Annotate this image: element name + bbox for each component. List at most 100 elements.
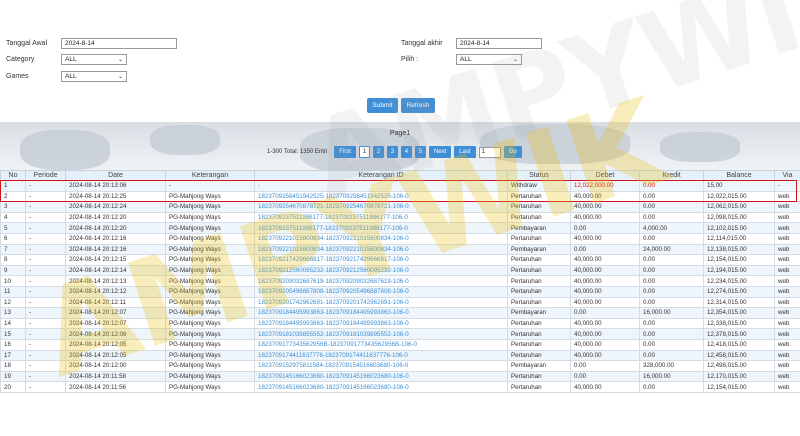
cell-via: web xyxy=(774,254,800,266)
cell-via: web xyxy=(774,307,800,319)
table-row[interactable]: 10-2024-08-14 20:12:13 PG-Mahjong Ways 182… xyxy=(0,275,800,287)
table-row[interactable]: 12-2024-08-14 20:12:11 PG-Mahjong Ways 182… xyxy=(0,296,800,309)
page-button[interactable]: 5 xyxy=(414,146,426,158)
table-row[interactable]: 19-2024-08-14 20:11:58 PG-Mahjong Ways 182… xyxy=(0,370,800,383)
cell-no: 14 xyxy=(0,317,26,330)
cell-no: 19 xyxy=(0,370,26,383)
table-row[interactable]: 9-2024-08-14 20:12:14 PG-Mahjong Ways 1823… xyxy=(0,264,800,277)
cell-kid[interactable]: 1823709184495993863-1823709184495993863-… xyxy=(254,317,508,330)
column-header[interactable]: Periode xyxy=(25,170,66,181)
table-row[interactable]: 4-2024-08-14 20:12:20 PG-Mahjong Ways 1823… xyxy=(0,211,800,224)
cell-date: 2024-08-14 20:12:13 xyxy=(65,275,166,287)
cell-kid[interactable]: 1823709174411637776-1823709174411637776-… xyxy=(254,349,508,362)
cell-via: web xyxy=(774,370,800,383)
column-header[interactable]: Balance xyxy=(703,170,775,181)
cell-kredit: 0.00 xyxy=(639,338,704,351)
cell-date: 2024-08-14 20:11:58 xyxy=(65,370,166,383)
cell-kredit: 0.00 xyxy=(639,381,704,393)
submit-button[interactable]: Submit xyxy=(367,98,398,113)
table-row[interactable]: 18-2024-08-14 20:12:00 PG-Mahjong Ways 182… xyxy=(0,360,800,372)
table-row[interactable]: 7-2024-08-14 20:12:16 PG-Mahjong Ways 1823… xyxy=(0,243,800,256)
cell-kid[interactable]: 1823709205496887808-1823709205496887808-… xyxy=(254,285,508,298)
cell-debet: 0.00 xyxy=(570,370,640,383)
cell-kredit: 0.00 xyxy=(639,211,704,224)
table-row[interactable]: 8-2024-08-14 20:12:15 PG-Mahjong Ways 1823… xyxy=(0,254,800,266)
cell-kid[interactable]: 1823709152975811584-1823709154516603680-… xyxy=(254,360,508,372)
table-row[interactable]: 20-2024-08-14 20:11:56 PG-Mahjong Ways 182… xyxy=(0,381,800,393)
table-row[interactable]: 15-2024-08-14 20:12:06 PG-Mahjong Ways 182… xyxy=(0,328,800,340)
page-button[interactable]: 2 xyxy=(372,146,384,158)
table-row[interactable]: 2-2024-08-14 20:12:25 PG-Mahjong Ways 1823… xyxy=(0,190,800,203)
cell-kid[interactable]: 1823709258451942525-1823709258451942525-… xyxy=(254,190,508,203)
table-row[interactable]: 11-2024-08-14 20:12:12 PG-Mahjong Ways 182… xyxy=(0,285,800,298)
table-row[interactable]: 17-2024-08-14 20:12:05 PG-Mahjong Ways 182… xyxy=(0,349,800,362)
cell-debet: 40,000.00 xyxy=(570,338,640,351)
cell-kid[interactable]: 1823709184495993863-1823709184495993863-… xyxy=(254,307,508,319)
cell-kid[interactable]: 1823709145166023680-1823709145166023680-… xyxy=(254,381,508,393)
table-row[interactable]: 5-2024-08-14 20:12:20 PG-Mahjong Ways 1823… xyxy=(0,222,800,234)
cell-no: 10 xyxy=(0,275,26,287)
cell-keterangan: PG-Mahjong Ways xyxy=(165,307,255,319)
cell-kid[interactable]: 1823709221015800834-1823709221015800834-… xyxy=(254,232,508,245)
cell-debet: 40,000.00 xyxy=(570,328,640,340)
cell-kid[interactable]: 1823709254670878721-1823709254670878721-… xyxy=(254,201,508,213)
page-number-input[interactable]: 1 xyxy=(478,146,501,158)
pilih-select[interactable]: ALL ⌄ xyxy=(456,54,522,65)
go-button[interactable]: Go xyxy=(503,146,522,158)
cell-kid: - xyxy=(254,180,508,192)
last-page-button[interactable]: Last xyxy=(454,146,476,158)
cell-periode: - xyxy=(25,360,66,372)
page-button[interactable]: 1 xyxy=(358,146,370,158)
games-select[interactable]: ALL ⌄ xyxy=(61,71,127,82)
tanggal-akhir-row: Tanggal akhir 2024-8-14 xyxy=(401,38,542,49)
cell-kid[interactable]: 1823709209032687619-1823709209032687619-… xyxy=(254,275,508,287)
cell-kid[interactable]: 1823709237511986177-1823709237511986177-… xyxy=(254,211,508,224)
tanggal-awal-row: Tanggal Awal 2024-8-14 xyxy=(6,38,177,49)
cell-via: web xyxy=(774,349,800,362)
cell-status: Pertaruhan xyxy=(507,349,571,362)
column-header[interactable]: Date xyxy=(65,170,166,181)
cell-no: 13 xyxy=(0,307,26,319)
column-header[interactable]: Keterangan ID xyxy=(254,170,508,181)
column-header[interactable]: Status xyxy=(507,170,571,181)
cell-date: 2024-08-14 20:12:24 xyxy=(65,201,166,213)
table-row[interactable]: 14-2024-08-14 20:12:07 PG-Mahjong Ways 182… xyxy=(0,317,800,330)
cell-via: web xyxy=(774,381,800,393)
column-header[interactable]: Keterangan xyxy=(165,170,255,181)
cell-status: Pertaruhan xyxy=(507,285,571,298)
category-select[interactable]: ALL ⌄ xyxy=(61,54,127,65)
page-button[interactable]: 4 xyxy=(400,146,412,158)
cell-kid[interactable]: 1823709177343562956B-1823709177343562956… xyxy=(254,338,508,351)
next-page-button[interactable]: Next xyxy=(428,146,452,158)
cell-kid[interactable]: 1823709201742962691-1823709201742962691-… xyxy=(254,296,508,309)
refresh-button[interactable]: Refresh xyxy=(401,98,435,113)
table-row[interactable]: 1-2024-08-14 20:13:06- - Withdraw 12,022,00… xyxy=(0,180,800,192)
filter-panel: Tanggal Awal 2024-8-14 Category ALL ⌄ Ga… xyxy=(0,0,800,122)
cell-kid[interactable]: 1823709145166023680-1823709145166023680-… xyxy=(254,370,508,383)
page-button[interactable]: 3 xyxy=(386,146,398,158)
cell-periode: - xyxy=(25,243,66,256)
cell-kid[interactable]: 1823709181039895552-1823709181039895552-… xyxy=(254,328,508,340)
cell-periode: - xyxy=(25,275,66,287)
cell-balance: 12,418,015.00 xyxy=(703,338,775,351)
cell-kid[interactable]: 1823709217429666817-1823709217429666817-… xyxy=(254,254,508,266)
table-row[interactable]: 16-2024-08-14 20:12:05 PG-Mahjong Ways 182… xyxy=(0,338,800,351)
column-header[interactable]: Debet xyxy=(570,170,640,181)
cell-kid[interactable]: 1823709221015800834-1823709221015800834-… xyxy=(254,243,508,256)
table-row[interactable]: 13-2024-08-14 20:12:07 PG-Mahjong Ways 182… xyxy=(0,307,800,319)
table-row[interactable]: 6-2024-08-14 20:12:16 PG-Mahjong Ways 1823… xyxy=(0,232,800,245)
column-header[interactable]: Kredit xyxy=(639,170,704,181)
tanggal-awal-input[interactable]: 2024-8-14 xyxy=(61,38,177,49)
column-header[interactable]: Via xyxy=(774,170,800,181)
cell-balance: 12,354,015.00 xyxy=(703,307,775,319)
table-row[interactable]: 3-2024-08-14 20:12:24 PG-Mahjong Ways 1823… xyxy=(0,201,800,213)
cell-kid[interactable]: 1823709212560095232-1823709212560095232-… xyxy=(254,264,508,277)
tanggal-awal-label: Tanggal Awal xyxy=(6,40,48,47)
cell-no: 16 xyxy=(0,338,26,351)
cell-kid[interactable]: 1823709237511986177-1823709237511986177-… xyxy=(254,222,508,234)
column-header[interactable]: No xyxy=(0,170,26,181)
first-page-button[interactable]: First xyxy=(334,146,356,158)
cell-periode: - xyxy=(25,317,66,330)
cell-keterangan: PG-Mahjong Ways xyxy=(165,317,255,330)
tanggal-akhir-input[interactable]: 2024-8-14 xyxy=(456,38,542,49)
